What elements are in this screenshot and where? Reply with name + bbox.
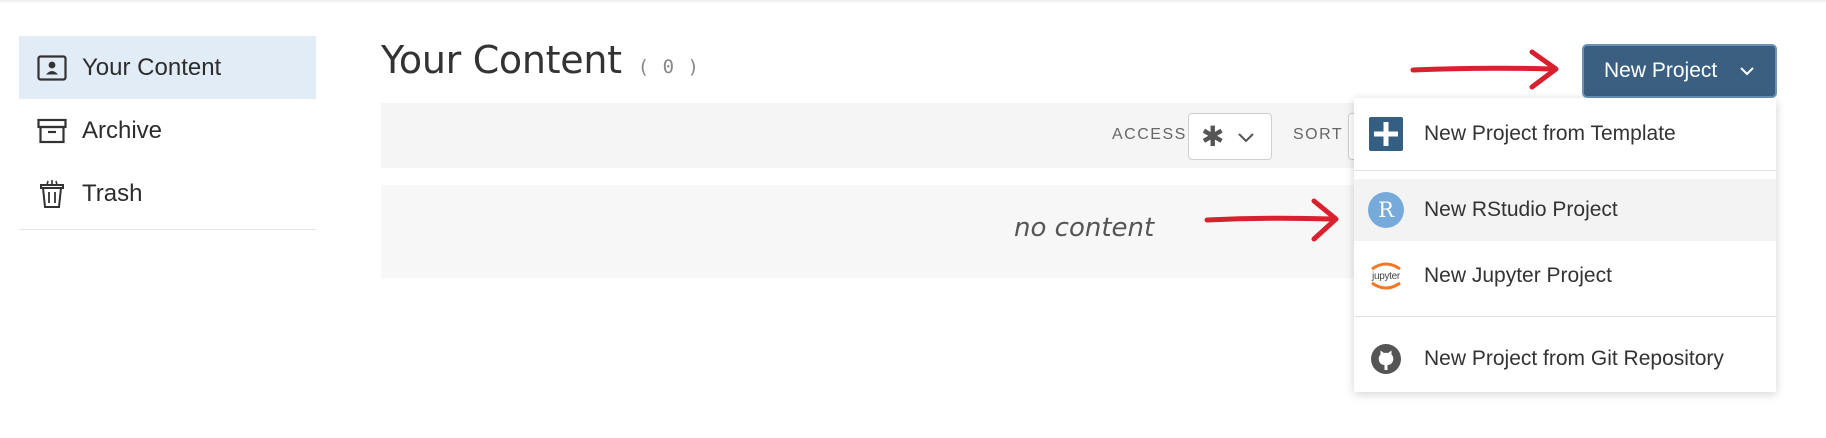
annotation-arrow-icon xyxy=(1204,198,1339,242)
sidebar-item-label: Archive xyxy=(82,116,163,144)
menu-divider xyxy=(1354,170,1776,171)
user-card-icon xyxy=(36,53,68,83)
page-title-text: Your Content xyxy=(381,38,622,82)
jupyter-logo-text: jupyter xyxy=(1372,270,1400,282)
menu-item-label: New RStudio Project xyxy=(1424,198,1618,221)
menu-item-label: New Project from Template xyxy=(1424,122,1676,145)
sidebar-item-your-content[interactable]: Your Content xyxy=(19,36,316,99)
sidebar-item-label: Your Content xyxy=(82,53,222,81)
archive-box-icon xyxy=(36,116,68,146)
sort-filter-label: SORT xyxy=(1293,126,1344,143)
menu-item-new-jupyter-project[interactable]: jupyter New Jupyter Project xyxy=(1354,245,1776,307)
page-title: Your Content ( 0 ) xyxy=(381,38,700,82)
access-filter-label: ACCESS xyxy=(1112,126,1187,143)
new-project-menu: New Project from Template R New RStudio … xyxy=(1354,98,1776,392)
sidebar-divider xyxy=(19,229,316,230)
menu-divider xyxy=(1354,316,1776,317)
menu-item-new-project-from-git-repository[interactable]: New Project from Git Repository xyxy=(1354,326,1776,392)
plus-square-icon xyxy=(1368,116,1404,152)
menu-item-new-rstudio-project[interactable]: R New RStudio Project xyxy=(1354,179,1776,241)
asterisk-icon: ✱ xyxy=(1201,121,1225,152)
chevron-down-icon xyxy=(1237,131,1255,143)
top-shadow xyxy=(0,0,1826,4)
sidebar-item-trash[interactable]: Trash xyxy=(19,162,316,225)
menu-item-label: New Jupyter Project xyxy=(1424,264,1612,287)
sidebar: Your Content Archive Trash xyxy=(19,36,316,230)
new-project-button[interactable]: New Project xyxy=(1582,44,1777,98)
access-filter-select[interactable]: ✱ xyxy=(1188,113,1272,160)
new-project-button-label: New Project xyxy=(1604,59,1718,82)
menu-item-label: New Project from Git Repository xyxy=(1424,347,1724,370)
menu-item-new-project-from-template[interactable]: New Project from Template xyxy=(1354,98,1776,170)
rstudio-logo-icon: R xyxy=(1368,192,1404,228)
content-count: ( 0 ) xyxy=(637,56,700,78)
chevron-down-icon xyxy=(1739,66,1755,76)
sidebar-item-archive[interactable]: Archive xyxy=(19,99,316,162)
github-logo-icon xyxy=(1368,341,1404,377)
annotation-arrow-icon xyxy=(1410,49,1559,90)
empty-content-text: no content xyxy=(1014,213,1155,243)
trash-can-icon xyxy=(36,179,68,209)
rstudio-logo-letter: R xyxy=(1368,192,1404,228)
sidebar-item-label: Trash xyxy=(82,179,143,207)
jupyter-logo-icon: jupyter xyxy=(1368,258,1404,294)
